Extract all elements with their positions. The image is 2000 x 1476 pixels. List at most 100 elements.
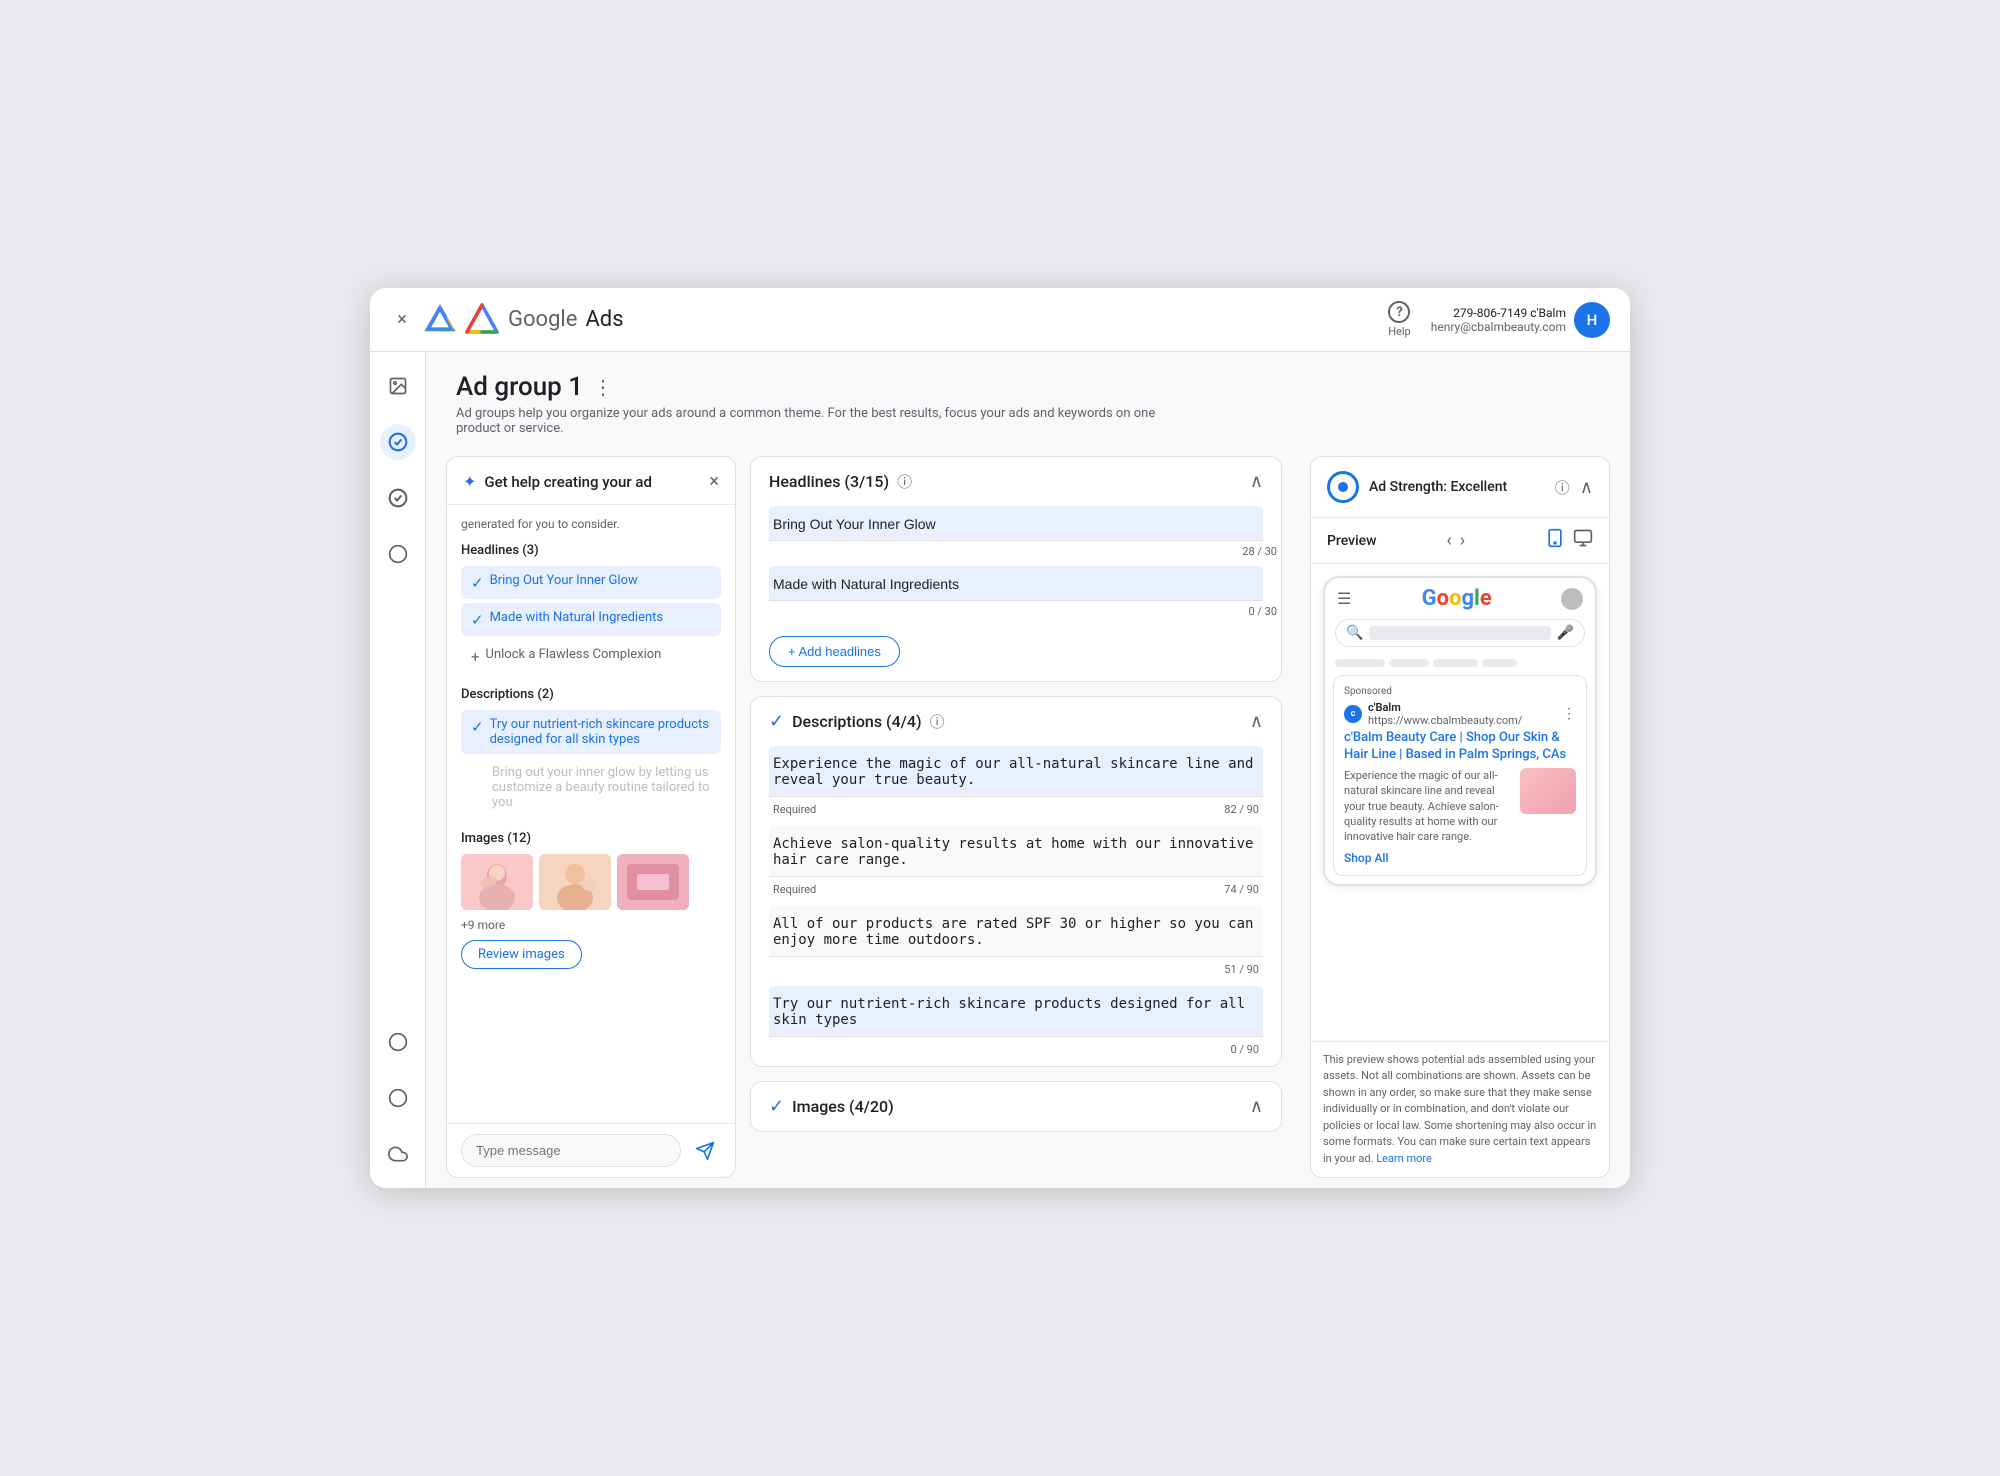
sidebar-icon-cloud[interactable] xyxy=(380,1136,416,1172)
desc-required-label-2: Required xyxy=(773,883,816,896)
page-header: Ad group 1 ⋮ Ad groups help you organize… xyxy=(426,352,1630,446)
headlines-collapse-icon[interactable]: ∧ xyxy=(1250,471,1263,492)
desc-textarea-2[interactable] xyxy=(769,826,1263,877)
images-check-icon: ✓ xyxy=(769,1096,784,1117)
ai-panel-header-left: ✦ Get help creating your ad xyxy=(463,472,652,491)
ad-strength-info-icon[interactable]: ⓘ xyxy=(1555,477,1570,498)
ad-image-thumbnail xyxy=(1520,768,1576,814)
check-icon-1: ✓ xyxy=(471,574,484,592)
headline-item-2[interactable]: ✓ Made with Natural Ingredients xyxy=(461,603,721,636)
desc-textarea-1[interactable] xyxy=(769,746,1263,797)
user-info: 279-806-7149 c'Balm henry@cbalmbeauty.co… xyxy=(1431,302,1610,338)
ai-panel-title: Get help creating your ad xyxy=(484,473,652,491)
ads-triangle-icon xyxy=(464,302,500,338)
sidebar-icon-check1[interactable] xyxy=(380,424,416,460)
headline-item-1[interactable]: ✓ Bring Out Your Inner Glow xyxy=(461,566,721,599)
help-button[interactable]: ? Help xyxy=(1388,301,1411,338)
user-phone: 279-806-7149 c'Balm xyxy=(1431,306,1566,320)
ad-card: Sponsored c c'Balm https://www.cbalmbeau… xyxy=(1333,675,1587,876)
logo-ads-text: Ads xyxy=(585,307,623,332)
ad-strength-circle xyxy=(1327,471,1359,503)
right-panel-preview: Ad Strength: Excellent ⓘ ∧ Preview ‹ › xyxy=(1310,456,1610,1178)
desc-field-row-1: Required 82 / 90 xyxy=(751,746,1281,826)
ad-more-dots[interactable]: ⋮ xyxy=(1562,706,1576,722)
desc-field-row-2: Required 74 / 90 xyxy=(751,826,1281,906)
result-line-1 xyxy=(1335,659,1385,667)
more-options-icon[interactable]: ⋮ xyxy=(593,375,613,399)
prev-arrow[interactable]: ‹ xyxy=(1444,528,1453,553)
sidebar-icon-circle1[interactable] xyxy=(380,536,416,572)
brand-dot: c xyxy=(1344,705,1362,723)
desc-text-2: Bring out your inner glow by letting us … xyxy=(492,765,711,810)
ai-panel-header: ✦ Get help creating your ad × xyxy=(447,457,735,505)
headlines-info-icon[interactable]: ⓘ xyxy=(897,471,912,492)
descriptions-section: Descriptions (2) ✓ Try our nutrient-rich… xyxy=(461,687,721,817)
headline-text-3: Unlock a Flawless Complexion xyxy=(486,647,662,662)
g-letter-blue: G xyxy=(1422,586,1436,611)
header: × Google Ads xyxy=(370,288,1630,352)
add-headlines-button[interactable]: + Add headlines xyxy=(769,636,900,667)
review-images-button[interactable]: Review images xyxy=(461,940,582,969)
page-title-row: Ad group 1 ⋮ xyxy=(456,372,1600,402)
desc-item-1[interactable]: ✓ Try our nutrient-rich skincare product… xyxy=(461,710,721,754)
headline-field-row-1 xyxy=(751,506,1281,543)
descriptions-check-icon: ✓ xyxy=(769,711,784,732)
headline-text-2: Made with Natural Ingredients xyxy=(490,610,664,625)
descriptions-info-icon[interactable]: ⓘ xyxy=(930,711,945,732)
result-line-4 xyxy=(1482,659,1517,667)
preview-label: Preview xyxy=(1327,533,1377,549)
sidebar-icon-circle3[interactable] xyxy=(380,1080,416,1116)
ai-panel-footer xyxy=(447,1123,735,1177)
ad-strength-row: Ad Strength: Excellent ⓘ ∧ xyxy=(1311,457,1609,518)
sidebar-icon-circle2[interactable] xyxy=(380,1024,416,1060)
ad-title[interactable]: c'Balm Beauty Care | Shop Our Skin & Hai… xyxy=(1344,730,1576,764)
descriptions-title: Descriptions (4/4) xyxy=(792,712,922,731)
preview-header: Preview ‹ › xyxy=(1311,518,1609,564)
phone-search-bar[interactable]: 🔍 🎤 xyxy=(1335,619,1585,647)
google-ads-logo: Google Ads xyxy=(424,302,624,338)
user-avatar[interactable]: H xyxy=(1574,302,1610,338)
thumb-svg-2 xyxy=(539,854,611,910)
sidebar-icon-check2[interactable] xyxy=(380,480,416,516)
descriptions-collapse-icon[interactable]: ∧ xyxy=(1250,711,1263,732)
image-thumb-3[interactable] xyxy=(617,854,689,910)
images-title-row: ✓ Images (4/20) xyxy=(769,1096,894,1117)
g-letter-red: o xyxy=(1437,586,1448,611)
headline-input-2[interactable] xyxy=(769,566,1263,601)
desktop-device-icon[interactable] xyxy=(1573,528,1593,553)
headline-item-3[interactable]: + Unlock a Flawless Complexion xyxy=(461,640,721,673)
more-images-text: +9 more xyxy=(461,918,721,932)
ai-help-panel: ✦ Get help creating your ad × generated … xyxy=(446,456,736,1178)
send-button[interactable] xyxy=(689,1135,721,1167)
next-arrow[interactable]: › xyxy=(1458,528,1467,553)
preview-body: ☰ Google 🔍 🎤 xyxy=(1311,564,1609,1041)
ad-shop-link[interactable]: Shop All xyxy=(1344,851,1576,865)
image-thumb-1[interactable] xyxy=(461,854,533,910)
brand-name: c'Balm xyxy=(1368,701,1522,714)
thumb-svg-3 xyxy=(617,854,689,910)
images-collapse-icon[interactable]: ∧ xyxy=(1250,1096,1263,1117)
desc-char-count-4: 0 / 90 xyxy=(1230,1043,1259,1056)
headlines-section-main: Headlines (3/15) ⓘ ∧ 28 / 30 xyxy=(750,456,1282,682)
close-button[interactable]: × xyxy=(390,308,414,332)
phone-top-bar: ☰ Google xyxy=(1325,578,1595,615)
desc-item-2[interactable]: Bring out your inner glow by letting us … xyxy=(461,758,721,817)
message-input[interactable] xyxy=(461,1134,681,1167)
disclaimer-text: This preview shows potential ads assembl… xyxy=(1323,1053,1596,1165)
ai-panel-close-button[interactable]: × xyxy=(709,471,719,492)
ad-strength-collapse-icon[interactable]: ∧ xyxy=(1580,477,1593,498)
sidebar-icon-image[interactable] xyxy=(380,368,416,404)
mobile-device-icon[interactable] xyxy=(1545,528,1565,553)
learn-more-link[interactable]: Learn more xyxy=(1376,1152,1432,1165)
mid-panel: Headlines (3/15) ⓘ ∧ 28 / 30 xyxy=(750,456,1296,1178)
mic-icon: 🎤 xyxy=(1557,625,1574,641)
image-thumb-2[interactable] xyxy=(539,854,611,910)
desc-textarea-3[interactable] xyxy=(769,906,1263,957)
headlines-title: Headlines (3/15) xyxy=(769,472,889,491)
desc-textarea-4[interactable] xyxy=(769,986,1263,1037)
headline-input-1[interactable] xyxy=(769,506,1263,541)
header-right: ? Help 279-806-7149 c'Balm henry@cbalmbe… xyxy=(1388,301,1610,338)
ai-panel-intro: generated for you to consider. xyxy=(461,517,721,531)
preview-disclaimer: This preview shows potential ads assembl… xyxy=(1311,1041,1609,1178)
phone-menu-icon: ☰ xyxy=(1337,589,1351,608)
